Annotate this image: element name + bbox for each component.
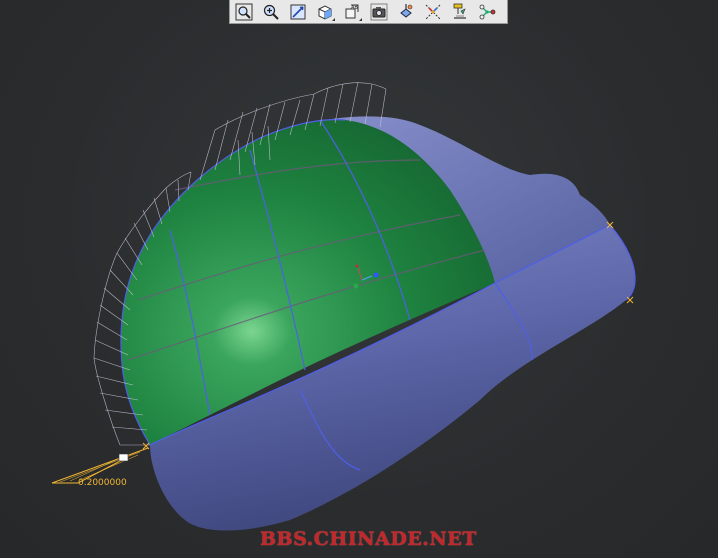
dropdown-corner-icon [359, 17, 362, 21]
axis-icon [425, 4, 441, 19]
normal-view-icon [290, 4, 306, 19]
hide-show-button[interactable] [394, 1, 418, 23]
views-button[interactable] [313, 1, 337, 23]
hide-show-icon [400, 3, 413, 18]
3d-viewport[interactable]: 0.2000000 AB BBS.CHINADE.NET [0, 0, 718, 558]
connect-button[interactable] [475, 1, 499, 23]
zoom-fit-icon [235, 3, 253, 20]
view-toolbar: AB [229, 0, 508, 24]
render-style-button[interactable]: AB [340, 1, 364, 23]
connect-icon [479, 4, 496, 19]
svg-text:AB: AB [351, 5, 358, 11]
dropdown-corner-icon [332, 17, 335, 21]
zoom-in-icon [263, 4, 279, 20]
normal-view-button[interactable] [286, 1, 310, 23]
model-scene[interactable] [0, 0, 718, 558]
watermark: BBS.CHINADE.NET [260, 528, 477, 550]
compass-button[interactable] [448, 1, 472, 23]
zoom-fit-button[interactable] [232, 1, 256, 23]
axis-button[interactable] [421, 1, 445, 23]
capture-icon [370, 3, 388, 20]
parameter-value-label: 0.2000000 [78, 478, 127, 488]
capture-button[interactable] [367, 1, 391, 23]
zoom-in-button[interactable] [259, 1, 283, 23]
compass-icon [453, 3, 466, 19]
